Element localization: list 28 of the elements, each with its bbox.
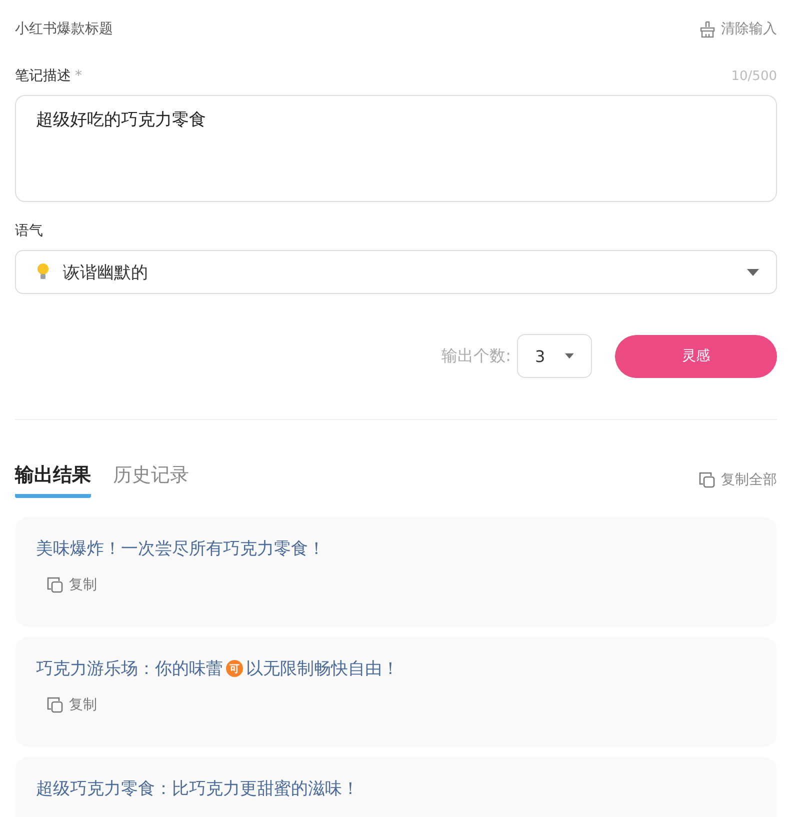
caret-icon: [565, 353, 574, 359]
copy-button[interactable]: 复制: [36, 576, 97, 594]
inspiration-button[interactable]: 灵感: [615, 334, 777, 378]
result-title: 超级巧克力零食：比巧克力更甜蜜的滋味！: [36, 778, 359, 800]
copy-icon: [46, 576, 64, 594]
copy-all-button[interactable]: 复制全部: [698, 471, 777, 489]
result-title: 以无限制畅快自由！: [246, 658, 399, 680]
tab[interactable]: 历史记录: [113, 462, 189, 498]
result-title: 美味爆炸！一次尝尽所有巧克力零食！: [36, 538, 325, 560]
emoji-badge: 可: [226, 660, 243, 677]
copy-icon: [46, 696, 64, 714]
description-field[interactable]: 超级好吃的巧克力零食: [15, 95, 777, 202]
output-count-select[interactable]: 3: [517, 334, 592, 378]
copy-button[interactable]: 复制: [36, 696, 97, 714]
character-counter: 10/500: [731, 68, 777, 84]
caret-icon: [747, 268, 759, 276]
field-label: 语气: [15, 222, 43, 240]
lightbulb-icon: [37, 263, 49, 281]
copy-icon: [698, 471, 716, 489]
page-title: 小红书爆款标题: [15, 20, 113, 38]
required-mark: *: [75, 68, 82, 84]
output-count-label: 输出个数:: [442, 346, 511, 366]
tone-select[interactable]: 诙谐幽默的: [15, 250, 777, 294]
broom-icon: [699, 20, 716, 38]
tab[interactable]: 输出结果: [15, 462, 91, 498]
clear-input-button[interactable]: 清除输入: [699, 20, 777, 38]
field-label: 笔记描述: [15, 67, 71, 85]
result-title: 巧克力游乐场：你的味蕾: [36, 658, 223, 680]
